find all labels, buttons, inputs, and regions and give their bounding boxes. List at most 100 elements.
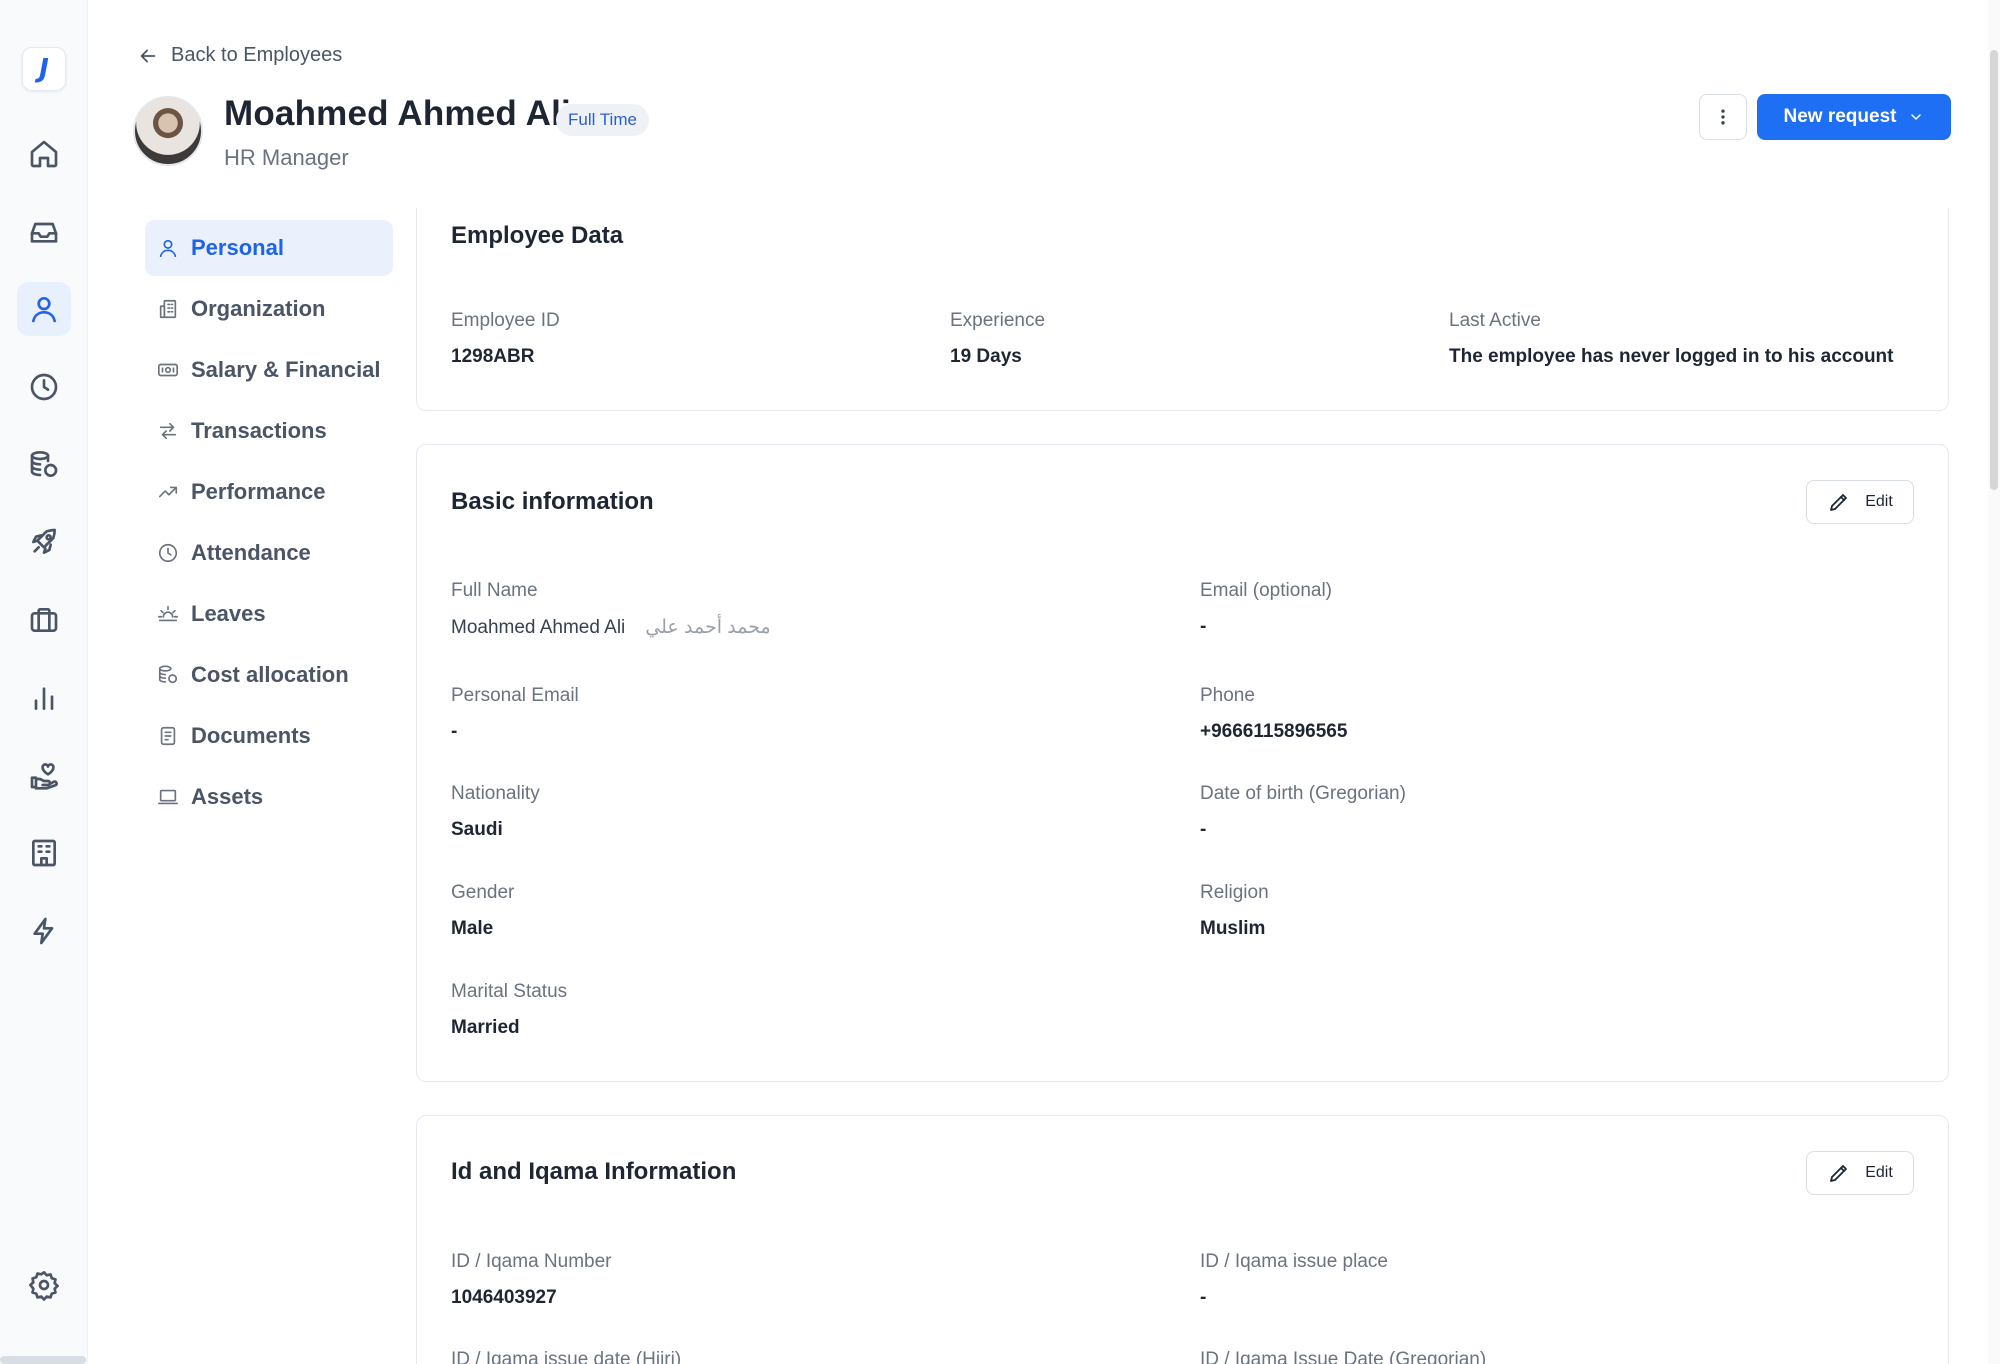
subnav-item-leaves[interactable]: Leaves bbox=[145, 586, 393, 642]
rocket-icon[interactable] bbox=[17, 515, 71, 569]
field-label: Marital Status bbox=[451, 981, 568, 1002]
subnav-item-organization[interactable]: Organization bbox=[145, 281, 393, 337]
subnav-item-transactions[interactable]: Transactions bbox=[145, 403, 393, 459]
rail-scrollbar bbox=[0, 1356, 86, 1364]
more-vertical-icon bbox=[1721, 109, 1725, 125]
page-scrollbar[interactable] bbox=[1988, 0, 2000, 1364]
religion-field: Religion Muslim bbox=[1200, 882, 1269, 940]
subnav-item-assets[interactable]: Assets bbox=[145, 769, 393, 825]
new-request-button[interactable]: New request bbox=[1757, 94, 1951, 140]
chevron-down-icon bbox=[1911, 114, 1922, 120]
field-label: Religion bbox=[1200, 882, 1269, 903]
field-label: Last Active bbox=[1449, 310, 1541, 331]
field-value: - bbox=[1200, 1287, 1207, 1308]
logo-letter: J bbox=[39, 54, 49, 84]
database-icon[interactable] bbox=[17, 438, 71, 492]
back-label: Back to Employees bbox=[171, 44, 343, 66]
edit-label: Edit bbox=[1865, 493, 1893, 510]
id-number-field: ID / Iqama Number 1046403927 bbox=[451, 1251, 612, 1309]
building-icon[interactable] bbox=[17, 826, 71, 880]
full-name-ar: محمد أحمد علي bbox=[645, 617, 771, 638]
subnav-item-personal[interactable]: Personal bbox=[145, 220, 393, 276]
app-logo[interactable]: J bbox=[22, 47, 66, 91]
pencil-icon bbox=[1830, 1165, 1848, 1182]
field-label: ID / Iqama Number bbox=[451, 1251, 612, 1272]
lightning-icon[interactable] bbox=[17, 904, 71, 958]
id-issue-date-hijri-field: ID / Iqama issue date (Hijri) bbox=[451, 1349, 681, 1364]
clock-icon[interactable] bbox=[17, 360, 71, 414]
more-options-button[interactable] bbox=[1699, 94, 1747, 140]
field-value: Male bbox=[451, 918, 494, 939]
money-icon bbox=[158, 363, 178, 377]
subnav-label: Leaves bbox=[191, 601, 266, 626]
experience-field: Experience 19 Days bbox=[950, 310, 1045, 368]
subnav-item-salary-financial[interactable]: Salary & Financial bbox=[145, 342, 393, 398]
hand-heart-icon[interactable] bbox=[17, 748, 71, 802]
subnav-item-cost-allocation[interactable]: Cost allocation bbox=[145, 647, 393, 703]
field-label: Full Name bbox=[451, 580, 538, 601]
field-label: Phone bbox=[1200, 685, 1255, 706]
inbox-icon[interactable] bbox=[17, 205, 71, 259]
email-field: Email (optional) - bbox=[1200, 580, 1332, 638]
edit-basic-info-button[interactable]: Edit bbox=[1806, 480, 1914, 524]
subnav-label: Transactions bbox=[191, 418, 327, 443]
scrollbar-thumb[interactable] bbox=[1990, 50, 1998, 490]
field-value: - bbox=[1200, 819, 1207, 840]
user-icon bbox=[159, 239, 177, 258]
id-iqama-card: Id and Iqama Information Edit ID / Iqama… bbox=[416, 1115, 1949, 1364]
field-value: The employee has never logged in to his … bbox=[1449, 346, 1894, 367]
profile-section-nav: Personal Organization Salary & Financial… bbox=[145, 220, 393, 830]
subnav-label: Performance bbox=[191, 479, 326, 504]
field-label: Email (optional) bbox=[1200, 580, 1332, 601]
subnav-label: Assets bbox=[191, 784, 264, 809]
document-icon bbox=[160, 726, 176, 746]
employee-id-field: Employee ID 1298ABR bbox=[451, 310, 560, 368]
chart-icon[interactable] bbox=[17, 671, 71, 725]
field-value: - bbox=[1200, 616, 1207, 637]
employee-data-card: Employee Data Employee ID 1298ABR Experi… bbox=[416, 208, 1949, 411]
briefcase-icon[interactable] bbox=[17, 593, 71, 647]
gender-field: Gender Male bbox=[451, 882, 514, 940]
field-value: Saudi bbox=[451, 819, 503, 840]
home-icon[interactable] bbox=[17, 127, 71, 181]
subnav-label: Salary & Financial bbox=[191, 357, 381, 382]
user-icon[interactable] bbox=[17, 282, 71, 336]
field-label: Employee ID bbox=[451, 310, 560, 331]
field-label: Nationality bbox=[451, 783, 540, 804]
field-label: Personal Email bbox=[451, 685, 579, 706]
pencil-icon bbox=[1830, 494, 1848, 511]
edit-label: Edit bbox=[1865, 1164, 1893, 1181]
field-value: Moahmed Ahmed Ali محمد أحمد علي bbox=[451, 616, 771, 639]
clock-icon bbox=[158, 543, 178, 563]
field-value: Muslim bbox=[1200, 918, 1266, 939]
field-label: Experience bbox=[950, 310, 1046, 331]
subnav-item-attendance[interactable]: Attendance bbox=[145, 525, 393, 581]
full-name-en: Moahmed Ahmed Ali bbox=[451, 617, 626, 638]
back-to-employees-link[interactable]: Back to Employees bbox=[137, 44, 342, 67]
field-label: Date of birth (Gregorian) bbox=[1200, 783, 1406, 804]
subnav-label: Cost allocation bbox=[191, 662, 349, 687]
field-value: 19 Days bbox=[950, 346, 1022, 367]
field-value: 1298ABR bbox=[451, 346, 535, 367]
edit-id-info-button[interactable]: Edit bbox=[1806, 1151, 1914, 1195]
last-active-field: Last Active The employee has never logge… bbox=[1449, 310, 1894, 368]
nationality-field: Nationality Saudi bbox=[451, 783, 540, 841]
employee-role: HR Manager bbox=[224, 145, 349, 170]
field-label: ID / Iqama Issue Date (Gregorian) bbox=[1200, 1349, 1487, 1364]
card-title: Id and Iqama Information bbox=[451, 1158, 737, 1185]
field-value: - bbox=[451, 721, 458, 742]
trend-icon bbox=[158, 486, 178, 498]
card-title: Basic information bbox=[451, 488, 654, 515]
settings-icon[interactable] bbox=[17, 1258, 71, 1312]
sunset-icon bbox=[158, 605, 178, 622]
card-title: Employee Data bbox=[451, 222, 624, 249]
field-value: +9666115896565 bbox=[1200, 721, 1348, 742]
subnav-item-performance[interactable]: Performance bbox=[145, 464, 393, 520]
field-value: 1046403927 bbox=[451, 1287, 557, 1308]
employment-type-badge: Full Time bbox=[556, 104, 649, 136]
full-name-field: Full Name Moahmed Ahmed Ali محمد أحمد علي bbox=[451, 580, 771, 639]
subnav-item-documents[interactable]: Documents bbox=[145, 708, 393, 764]
subnav-label: Personal bbox=[191, 235, 284, 260]
subnav-label: Attendance bbox=[191, 540, 311, 565]
basic-information-card: Basic information Edit Full Name Moahmed… bbox=[416, 444, 1949, 1082]
